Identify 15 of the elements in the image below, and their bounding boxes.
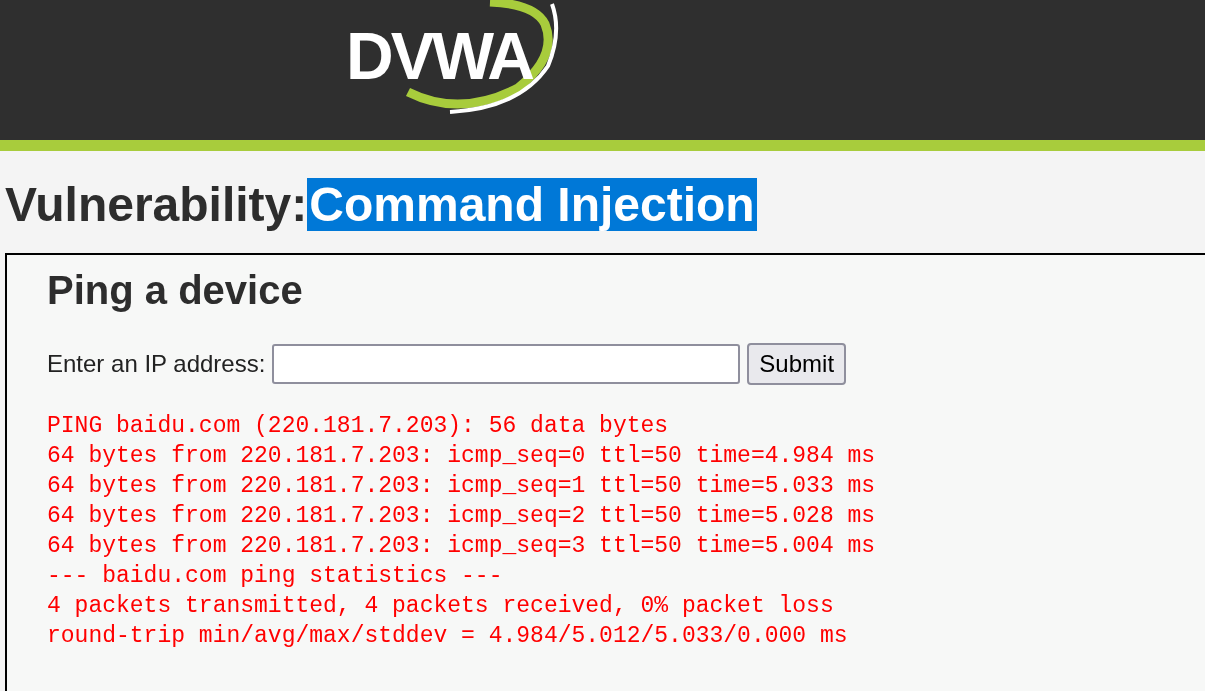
page-title-highlighted: Command Injection — [307, 178, 757, 231]
output-line: round-trip min/avg/max/stddev = 4.984/5.012/5.033/0.000 ms — [47, 622, 848, 651]
output-line: 64 bytes from 220.181.7.203: icmp_seq=1 ttl=50 time=5.033 ms — [47, 472, 876, 501]
dvwa-logo[interactable]: DVWA — [340, 0, 560, 116]
output-line: --- baidu.com ping statistics --- — [47, 562, 503, 591]
output-line: 64 bytes from 220.181.7.203: icmp_seq=3 ttl=50 time=5.004 ms — [47, 532, 876, 561]
section-heading: Ping a device — [47, 267, 304, 314]
output-line: 4 packets transmitted, 4 packets received, 0% packet loss — [47, 592, 834, 621]
output-line: PING baidu.com (220.181.7.203): 56 data bytes — [47, 412, 669, 441]
submit-button[interactable]: Submit — [747, 343, 847, 385]
output-line: 64 bytes from 220.181.7.203: icmp_seq=0 ttl=50 time=4.984 ms — [47, 442, 876, 471]
output-line: 64 bytes from 220.181.7.203: icmp_seq=2 ttl=50 time=5.028 ms — [47, 502, 876, 531]
ip-input-field[interactable] — [272, 344, 741, 384]
page-title: Vulnerability: — [5, 178, 308, 231]
ip-label: Enter an IP address: — [47, 350, 266, 378]
